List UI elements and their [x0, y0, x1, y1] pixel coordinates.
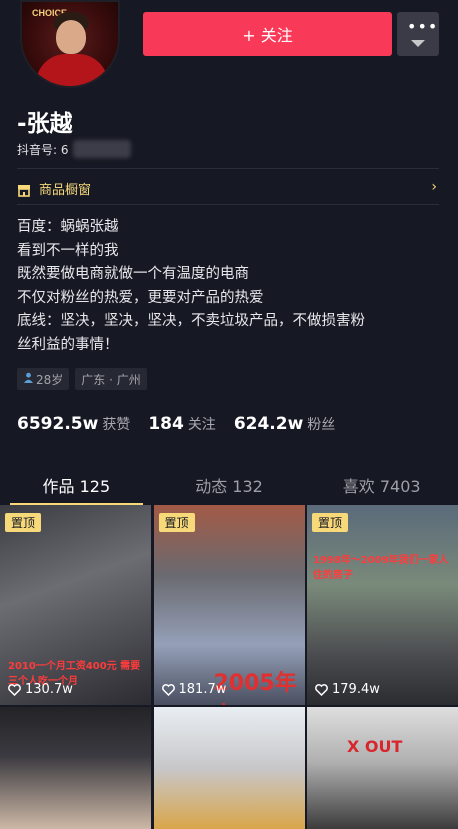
video-thumbnail[interactable]	[153, 707, 305, 829]
content-tabs: 作品 125 动态 132 喜欢 7403	[0, 465, 458, 505]
shop-window-row[interactable]: 商品橱窗 ›	[17, 176, 439, 200]
follow-button[interactable]: + 关注	[143, 12, 392, 56]
tab-likes[interactable]: 喜欢 7403	[305, 465, 458, 505]
heart-icon	[315, 683, 328, 696]
tab-dynamics[interactable]: 动态 132	[153, 465, 306, 505]
divider	[17, 168, 439, 169]
tab-works[interactable]: 作品 125	[0, 465, 153, 505]
video-caption: 1998年～2009年我们一家人住的房子	[313, 555, 449, 581]
video-thumbnail[interactable]: 置顶 2005年六 181.7w	[153, 505, 305, 705]
douyin-id-label: 抖音号: 6	[17, 142, 69, 157]
profile-tags: 28岁 广东 · 广州	[17, 368, 147, 390]
video-thumbnail[interactable]: X OUT	[307, 707, 458, 829]
following-label[interactable]: 关注	[188, 414, 216, 434]
bio: 百度：蜗蜗张越 看到不一样的我 既然要做电商就做一个有温度的电商 不仅对粉丝的热…	[17, 216, 447, 357]
like-count-text: 179.4w	[332, 682, 380, 697]
blurred-id	[72, 140, 131, 158]
bio-line: 既然要做电商就做一个有温度的电商	[17, 266, 249, 282]
video-thumbnail[interactable]: 置顶 2010一个月工资400元 需要三个人吃一个月 130.7w	[0, 505, 151, 705]
like-count-text: 130.7w	[25, 682, 73, 697]
douyin-id: 抖音号: 6	[17, 140, 131, 158]
age-text: 28岁	[36, 372, 64, 387]
fans-count[interactable]: 624.2w	[234, 414, 303, 434]
dropdown-arrow-icon	[411, 40, 425, 47]
like-count-text: 181.7w	[178, 682, 227, 697]
pinned-badge: 置顶	[5, 513, 42, 532]
likes-count: 6592.5w	[17, 414, 99, 434]
shop-window-label: 商品橱窗	[39, 182, 92, 198]
bio-line: 丝利益的事情！	[17, 336, 119, 353]
stats-row: 6592.5w 获赞 184 关注 624.2w 粉丝	[17, 414, 353, 434]
bio-line: 百度：蜗蜗张越	[17, 219, 119, 235]
like-count: 181.7w	[161, 682, 227, 697]
heart-icon	[161, 683, 175, 696]
bio-line: 不仅对粉丝的热爱，更要对产品的热爱	[17, 289, 264, 306]
heart-icon	[8, 683, 21, 696]
like-count: 130.7w	[8, 682, 73, 697]
age-tag: 28岁	[17, 368, 70, 390]
video-caption: X OUT	[347, 737, 403, 756]
profile-name: -张越	[17, 111, 73, 137]
like-count: 179.4w	[315, 682, 380, 697]
likes-label: 获赞	[102, 417, 131, 433]
pinned-badge: 置顶	[158, 513, 195, 532]
person-icon	[23, 372, 34, 386]
location-tag: 广东 · 广州	[75, 368, 147, 390]
video-thumbnail[interactable]	[0, 707, 151, 829]
following-count[interactable]: 184	[148, 414, 184, 434]
bio-line: 看到不一样的我	[17, 242, 119, 259]
profile-header: CHOICE + 关注 •••	[0, 0, 458, 95]
fans-label[interactable]: 粉丝	[307, 414, 335, 434]
avatar[interactable]: CHOICE	[20, 0, 120, 88]
chevron-right-icon: ›	[431, 179, 437, 195]
shop-icon	[17, 182, 31, 197]
more-dots-icon: •••	[407, 17, 439, 36]
pinned-badge: 置顶	[312, 513, 349, 532]
divider	[17, 204, 439, 205]
video-thumbnail[interactable]: 置顶 1998年～2009年我们一家人住的房子 179.4w	[307, 505, 458, 705]
bio-line: 底线：坚决，坚决，坚决，不卖垃圾产品，不做损害粉	[17, 313, 365, 329]
video-grid: 置顶 2010一个月工资400元 需要三个人吃一个月 130.7w 置顶 200…	[0, 505, 458, 829]
more-options-button[interactable]: •••	[397, 12, 439, 56]
video-caption: 2005年六	[213, 671, 297, 705]
